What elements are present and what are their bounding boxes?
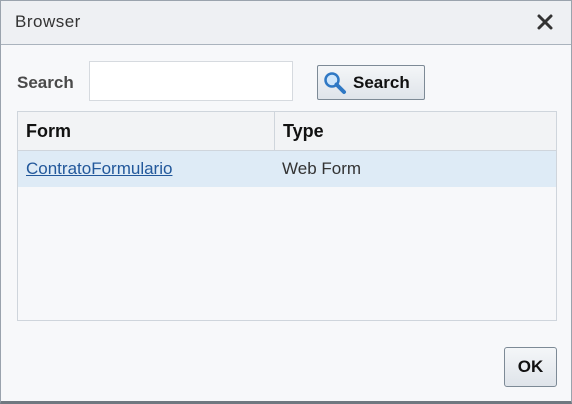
column-header-form[interactable]: Form: [26, 112, 71, 150]
form-type-cell: Web Form: [282, 159, 362, 178]
ok-button-label: OK: [517, 357, 544, 376]
form-link[interactable]: ContratoFormulario: [26, 151, 172, 187]
table-header: Form Type: [18, 112, 556, 151]
results-table: Form Type ContratoFormulario Web Form: [17, 111, 557, 321]
close-icon[interactable]: [535, 12, 555, 32]
browser-dialog: Browser Search Search Form Type Contrato…: [0, 0, 572, 404]
search-label: Search: [17, 73, 74, 92]
magnifier-icon: [323, 71, 347, 95]
search-button-label: Search: [353, 73, 410, 92]
dialog-titlebar: Browser: [1, 1, 571, 45]
search-button[interactable]: Search: [317, 65, 425, 100]
search-input[interactable]: [89, 61, 293, 101]
table-row[interactable]: ContratoFormulario Web Form: [18, 151, 556, 187]
column-header-type[interactable]: Type: [283, 112, 324, 150]
ok-button[interactable]: OK: [504, 347, 557, 387]
dialog-title: Browser: [15, 12, 81, 31]
column-divider: [274, 112, 275, 150]
